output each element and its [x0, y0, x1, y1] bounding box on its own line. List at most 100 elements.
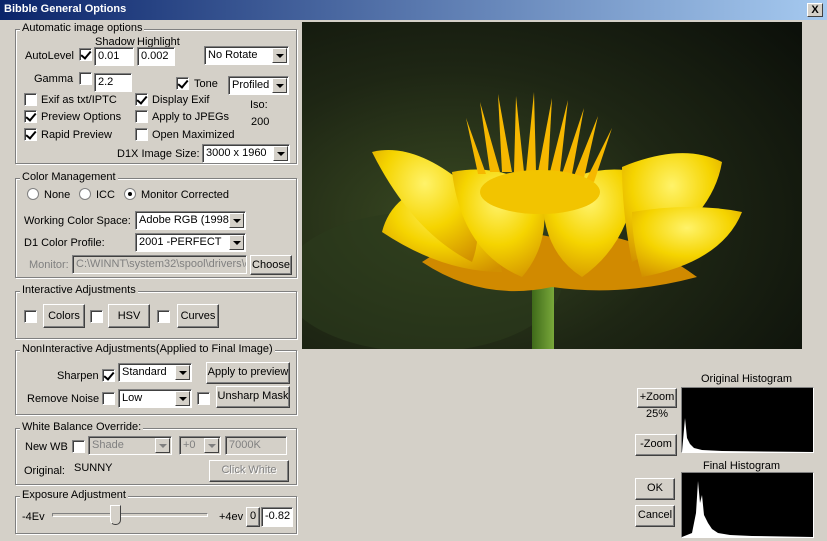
color-management-legend: Color Management	[20, 171, 118, 183]
working-color-space-label: Working Color Space:	[24, 215, 131, 227]
exposure-reset-button[interactable]: 0	[246, 507, 260, 527]
hsv-button[interactable]: HSV	[108, 304, 150, 328]
interactive-adjustments-legend: Interactive Adjustments	[20, 284, 138, 296]
exposure-value-input[interactable]: -0.82	[261, 507, 293, 527]
monitor-profile-field: C:\WINNT\system32\spool\drivers\color	[72, 255, 247, 274]
close-button[interactable]: X	[807, 3, 823, 17]
sharpen-checkbox[interactable]	[102, 369, 115, 382]
remove-noise-label: Remove Noise	[27, 393, 100, 405]
exif-txt-checkbox[interactable]	[24, 93, 37, 106]
gamma-checkbox[interactable]	[79, 72, 92, 85]
final-histogram	[681, 472, 814, 538]
exposure-max-label: +4ev	[219, 511, 244, 523]
final-histogram-label: Final Histogram	[703, 460, 781, 472]
chevron-down-icon	[155, 438, 170, 453]
sharpen-select[interactable]: Standard	[118, 363, 192, 382]
original-wb-label: Original:	[24, 465, 65, 477]
original-wb-value: SUNNY	[74, 462, 113, 474]
click-white-button: Click White	[209, 460, 289, 482]
d1x-size-select[interactable]: 3000 x 1960	[202, 144, 290, 163]
cancel-button[interactable]: Cancel	[635, 505, 675, 527]
chevron-down-icon[interactable]	[273, 146, 288, 161]
exposure-slider-track[interactable]	[52, 513, 208, 517]
none-label: None	[44, 189, 71, 201]
wb-offset-value: +0	[183, 439, 196, 451]
gamma-label: Gamma	[34, 73, 74, 85]
zoom-in-button[interactable]: +Zoom	[637, 388, 677, 408]
open-maximized-label: Open Maximized	[152, 129, 235, 141]
icc-radio[interactable]	[79, 188, 91, 200]
monitor-label: Monitor:	[29, 259, 69, 271]
wb-offset-select: +0	[179, 436, 221, 455]
d1x-size-value: 3000 x 1960	[206, 147, 267, 159]
kelvin-field: 7000K	[225, 436, 287, 455]
rapid-preview-checkbox[interactable]	[24, 128, 37, 141]
chevron-down-icon[interactable]	[272, 48, 287, 63]
apply-jpegs-checkbox[interactable]	[135, 110, 148, 123]
tone-label: Tone	[194, 78, 218, 90]
rotate-select[interactable]: No Rotate	[204, 46, 289, 65]
iso-value: 200	[251, 116, 270, 128]
options-dialog: Bibble General Options X Automatic image…	[0, 0, 827, 541]
original-histogram-label: Original Histogram	[701, 373, 793, 385]
colors-checkbox[interactable]	[24, 310, 37, 323]
exposure-slider-thumb[interactable]	[109, 505, 121, 525]
ok-button[interactable]: OK	[635, 478, 675, 500]
auto-options-legend: Automatic image options	[20, 22, 145, 34]
sharpen-label: Sharpen	[57, 370, 99, 382]
d1-color-profile-select[interactable]: 2001 -PERFECT	[135, 233, 246, 252]
zoom-value: 25%	[646, 408, 669, 420]
preview-options-checkbox[interactable]	[24, 110, 37, 123]
chevron-down-icon[interactable]	[175, 391, 190, 406]
autolevel-label: AutoLevel	[25, 50, 74, 62]
zoom-out-button[interactable]: -Zoom	[635, 434, 677, 456]
new-wb-checkbox[interactable]	[72, 440, 85, 453]
chevron-down-icon[interactable]	[229, 213, 244, 228]
exposure-min-label: -4Ev	[22, 511, 45, 523]
original-histogram-plot	[682, 418, 813, 452]
rotate-select-value: No Rotate	[208, 49, 258, 61]
apply-jpegs-label: Apply to JPEGs	[152, 111, 230, 123]
sharpen-select-value: Standard	[122, 366, 167, 378]
unsharp-mask-button[interactable]: Unsharp Mask	[216, 386, 290, 408]
highlight-input[interactable]: 0.002	[137, 47, 175, 66]
curves-button[interactable]: Curves	[177, 304, 219, 328]
d1-color-profile-value: 2001 -PERFECT	[139, 236, 222, 248]
d1x-size-label: D1X Image Size:	[117, 148, 200, 160]
tone-checkbox[interactable]	[176, 77, 189, 90]
working-color-space-value: Adobe RGB (1998)	[139, 214, 233, 226]
chevron-down-icon[interactable]	[272, 78, 287, 93]
hsv-checkbox[interactable]	[90, 310, 103, 323]
autolevel-checkbox[interactable]	[79, 48, 92, 61]
iso-label: Iso:	[250, 99, 268, 111]
noise-select-value: Low	[122, 392, 143, 404]
flower-photo	[302, 22, 802, 349]
chevron-down-icon	[204, 438, 219, 453]
noise-select[interactable]: Low	[118, 389, 192, 408]
rapid-preview-label: Rapid Preview	[41, 129, 112, 141]
exposure-legend: Exposure Adjustment	[20, 489, 128, 501]
chevron-down-icon[interactable]	[175, 365, 190, 380]
shadow-input[interactable]: 0.01	[94, 47, 134, 66]
choose-button[interactable]: Choose	[250, 255, 292, 275]
none-radio[interactable]	[27, 188, 39, 200]
wb-preset-value: Shade	[92, 439, 124, 451]
open-maximized-checkbox[interactable]	[135, 128, 148, 141]
image-preview[interactable]	[302, 22, 802, 349]
curves-checkbox[interactable]	[157, 310, 170, 323]
final-histogram-plot	[682, 481, 813, 537]
working-color-space-select[interactable]: Adobe RGB (1998)	[135, 211, 246, 230]
remove-noise-checkbox[interactable]	[102, 392, 115, 405]
colors-button[interactable]: Colors	[43, 304, 85, 328]
unsharp-mask-checkbox[interactable]	[197, 392, 210, 405]
display-exif-checkbox[interactable]	[135, 93, 148, 106]
tone-select[interactable]: Profiled	[228, 76, 289, 95]
tone-select-value: Profiled	[232, 79, 270, 91]
noninteractive-adjustments-legend: NonInteractive Adjustments(Applied to Fi…	[20, 343, 275, 355]
title-bar: Bibble General Options X	[0, 0, 827, 20]
gamma-input[interactable]: 2.2	[94, 73, 132, 92]
window-title: Bibble General Options	[4, 3, 127, 15]
chevron-down-icon[interactable]	[229, 235, 244, 250]
monitor-corrected-radio[interactable]	[124, 188, 136, 200]
apply-to-preview-button[interactable]: Apply to preview	[206, 362, 290, 384]
